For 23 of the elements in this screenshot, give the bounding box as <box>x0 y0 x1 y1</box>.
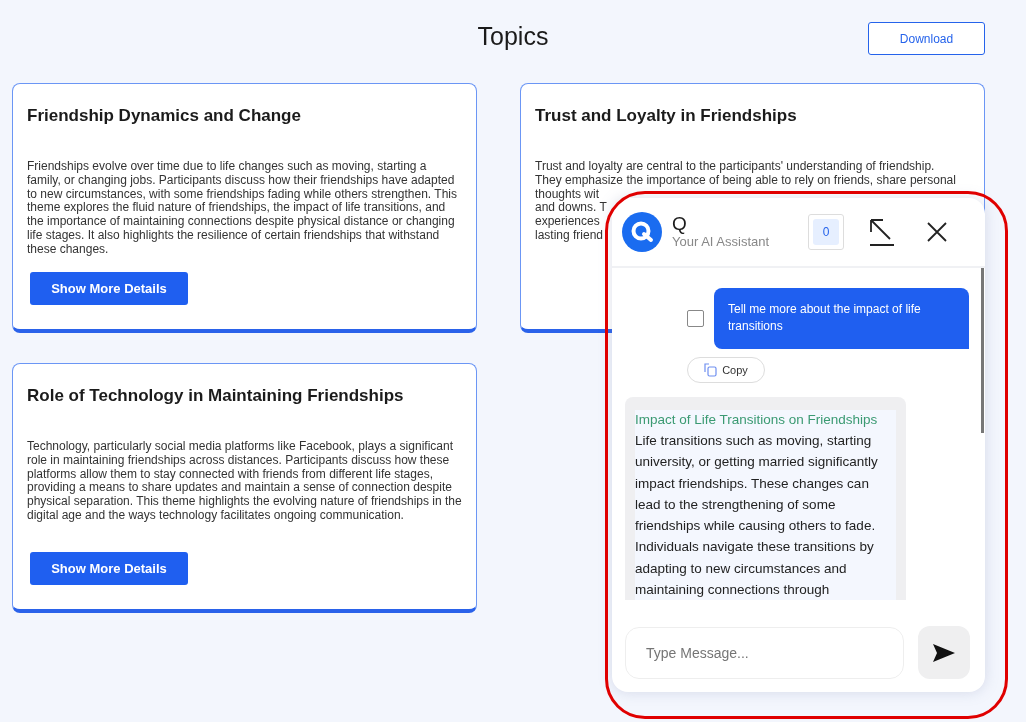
download-button[interactable]: Download <box>868 22 985 55</box>
card-description: Technology, particularly social media platforms like Facebook, plays a significant role in maintaining friendships across distances. Participants discuss how these platforms allow them to stay connected with friends from different life stages, providing a means to share updates and maintain a sense of connection despite physical separation. This theme highlights the evolving nature of friendships in the digital age and the ways technology facilitates ongoing communication. <box>27 440 462 523</box>
description-line: thoughts wit <box>535 187 600 202</box>
assistant-name: Q <box>672 214 688 234</box>
description-line: They emphasize the importance of being able to rely on friends, share personal <box>535 173 956 188</box>
copy-button[interactable]: Copy <box>687 357 765 383</box>
show-more-button[interactable]: Show More Details <box>30 552 188 585</box>
card-title: Trust and Loyalty in Friendships <box>535 105 798 127</box>
user-message: Tell me more about the impact of life transitions <box>714 288 969 349</box>
answer-text: Life transitions such as moving, starting university, or getting married significantly impact friendships. These changes can lead to the strengthening of some friendships while causing others to fade. Individuals navigate these transitions by adapting to new circumstances and maintaining connections through <box>635 432 879 600</box>
message-input[interactable]: Type Message... <box>625 626 905 679</box>
description-line: and downs. T <box>535 201 607 216</box>
description-line: lasting friend <box>535 229 604 243</box>
description-line: Trust and loyalty are central to the participants' understanding of friendship. <box>535 160 935 174</box>
assistant-subtitle: Your AI Assistant <box>672 234 770 250</box>
count-value: 0 <box>813 219 839 245</box>
show-more-button[interactable]: Show More Details <box>30 272 188 305</box>
card-title: Role of Technology in Maintaining Friendships <box>27 385 405 407</box>
description-line: experiences <box>535 215 600 229</box>
card-title: Friendship Dynamics and Change <box>27 105 302 127</box>
answer-heading: Impact of Life Transitions on Friendships <box>635 411 879 429</box>
card-description: Friendships evolve over time due to life changes such as moving, starting a family, or changing jobs. Participants discuss how their friendships have adapted to new circumstances, with some friendships fading while others strengthen. This theme explores the fluid nature of friendships, the impact of life transitions, and the importance of maintaining connections despite physical distance or changing life stages. It also highlights the resilience of certain friendships that withstand these changes. <box>27 160 458 257</box>
page-title: Topics <box>477 22 549 51</box>
